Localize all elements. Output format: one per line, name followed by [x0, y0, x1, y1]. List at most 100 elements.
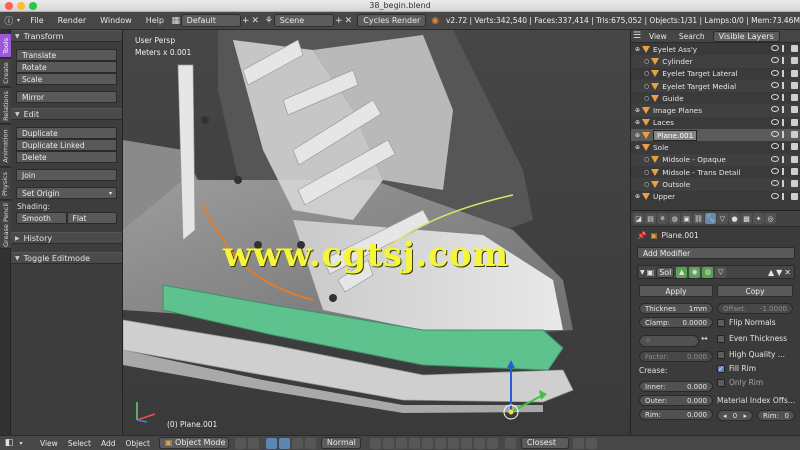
render-camera-icon[interactable]: [791, 118, 798, 126]
remove-scene-icon[interactable]: ✕: [344, 15, 354, 27]
even-thickness-checkbox[interactable]: Even Thickness: [717, 334, 787, 343]
rotate-button[interactable]: Rotate: [16, 61, 117, 73]
crease-inner-field[interactable]: Inner: 0.000: [639, 381, 713, 392]
modifier-name-field[interactable]: Sol: [656, 266, 675, 278]
translate-manipulator-icon[interactable]: [278, 437, 290, 449]
fill-rim-checkbox[interactable]: ✓ Fill Rim: [717, 364, 756, 373]
expand-icon[interactable]: ⊕: [635, 46, 640, 53]
layer-button[interactable]: [408, 437, 420, 449]
chevron-down-icon[interactable]: ▾: [14, 15, 24, 27]
visibility-eye-icon[interactable]: [771, 94, 779, 101]
invert-vertex-group-icon[interactable]: ↔: [701, 334, 708, 343]
render-camera-icon[interactable]: [791, 143, 798, 151]
shade-smooth-button[interactable]: Smooth: [16, 212, 67, 224]
layout-selector[interactable]: Default: [180, 14, 241, 27]
selectability-pointer-icon[interactable]: [782, 69, 788, 77]
menu-file[interactable]: File: [23, 16, 50, 25]
snap-target-selector[interactable]: Closest: [520, 437, 569, 449]
render-camera-icon[interactable]: [791, 45, 798, 52]
pin-icon[interactable]: 📌: [637, 231, 646, 240]
outliner-tab-view[interactable]: View: [643, 32, 673, 41]
visibility-eye-icon[interactable]: [771, 192, 779, 199]
render-camera-icon[interactable]: [791, 57, 798, 65]
menu-object[interactable]: Object: [120, 439, 154, 448]
outliner-editor-icon[interactable]: ☰: [631, 30, 643, 42]
layer-button[interactable]: [434, 437, 446, 449]
render-camera-icon[interactable]: [791, 192, 798, 200]
texture-tab-icon[interactable]: ▩: [741, 213, 752, 224]
scale-manipulator-icon[interactable]: [304, 437, 316, 449]
show-in-editmode-icon[interactable]: ▲: [676, 266, 688, 278]
move-up-icon[interactable]: ▲: [768, 268, 774, 277]
interaction-mode-selector[interactable]: ▣ Object Mode: [158, 437, 229, 449]
tab-physics[interactable]: Physics: [0, 168, 11, 200]
3d-viewport[interactable]: User Persp Meters x 0.001 (0) Plane.001 …: [123, 30, 630, 435]
tab-relations[interactable]: Relations: [0, 88, 11, 124]
thickness-field[interactable]: Thicknes 1mm: [639, 303, 713, 314]
show-in-viewport-icon[interactable]: ◉: [689, 266, 701, 278]
outliner-display-mode[interactable]: Visible Layers: [712, 30, 780, 42]
render-engine-selector[interactable]: Cycles Render: [357, 14, 427, 27]
constraints-tab-icon[interactable]: ⛓: [693, 213, 704, 224]
outliner-row[interactable]: ⊕ Laces: [631, 117, 800, 129]
shoe-model-render[interactable]: [123, 30, 630, 435]
translate-button[interactable]: Translate: [16, 49, 117, 61]
outliner-row[interactable]: ○ Eyelet Target Medial: [631, 79, 800, 93]
tab-create[interactable]: Create: [0, 59, 11, 87]
manipulator-toggle-icon[interactable]: [265, 437, 277, 449]
selectability-pointer-icon[interactable]: [782, 167, 788, 175]
outliner-row[interactable]: ○ Outsole: [631, 178, 800, 191]
selectability-pointer-icon[interactable]: [782, 155, 788, 163]
render-layers-tab-icon[interactable]: ▤: [645, 213, 656, 224]
material-offset-field[interactable]: ◂ 0 ▸: [717, 410, 753, 421]
panel-expanded-icon[interactable]: ▼: [640, 269, 645, 276]
copy-modifier-button[interactable]: Copy: [717, 285, 793, 297]
visibility-eye-icon[interactable]: [771, 131, 779, 138]
crease-rim-field[interactable]: Rim: 0.000: [639, 409, 713, 420]
selectability-pointer-icon[interactable]: [782, 57, 788, 65]
visibility-eye-icon[interactable]: [771, 167, 779, 174]
remove-modifier-icon[interactable]: ✕: [784, 268, 791, 277]
render-camera-icon[interactable]: [791, 155, 798, 163]
render-camera-icon[interactable]: [791, 94, 798, 102]
show-on-cage-icon[interactable]: ▽: [715, 266, 727, 278]
chevron-down-icon[interactable]: ▾: [15, 437, 27, 449]
menu-select[interactable]: Select: [63, 439, 96, 448]
outliner-row[interactable]: ⊕ Plane.001: [631, 129, 800, 142]
outliner-row[interactable]: ○ Midsole - Opaque: [631, 153, 800, 166]
move-down-icon[interactable]: ▼: [776, 268, 782, 277]
visibility-eye-icon[interactable]: [771, 45, 779, 51]
layer-button[interactable]: [395, 437, 407, 449]
visibility-eye-icon[interactable]: [771, 143, 779, 150]
outliner-row[interactable]: ○ Cylinder: [631, 55, 800, 68]
material-offset-rim-field[interactable]: Rim: 0: [757, 410, 795, 421]
factor-field[interactable]: Factor: 0.000: [639, 351, 713, 362]
flip-normals-checkbox[interactable]: Flip Normals: [717, 318, 776, 327]
duplicate-linked-button[interactable]: Duplicate Linked: [16, 139, 117, 151]
particles-tab-icon[interactable]: ✦: [753, 213, 764, 224]
rotate-manipulator-icon[interactable]: [291, 437, 303, 449]
menu-add[interactable]: Add: [96, 439, 121, 448]
modifiers-tab-icon[interactable]: 🔧: [705, 213, 716, 224]
scene-icon[interactable]: ⚘: [264, 15, 274, 27]
visibility-eye-icon[interactable]: [771, 69, 779, 76]
clamp-field[interactable]: Clamp: 0.0000: [639, 317, 713, 328]
history-panel-header[interactable]: ▶ History: [11, 232, 122, 244]
menu-help[interactable]: Help: [139, 16, 171, 25]
info-editor-icon[interactable]: ⓘ: [4, 15, 14, 27]
only-rim-checkbox[interactable]: Only Rim: [717, 378, 763, 387]
show-in-render-icon[interactable]: ◍: [702, 266, 714, 278]
outliner-row[interactable]: ⊕ Upper: [631, 191, 800, 203]
outliner-tab-search[interactable]: Search: [673, 32, 711, 41]
outliner-row[interactable]: ⊕ Image Planes: [631, 104, 800, 117]
data-tab-icon[interactable]: ▽: [717, 213, 728, 224]
outliner-row[interactable]: ○ Midsole - Trans Detail: [631, 166, 800, 178]
set-origin-button[interactable]: Set Origin ▾: [16, 187, 117, 199]
transform-panel-header[interactable]: ▼ Transform: [11, 30, 122, 42]
render-tab-icon[interactable]: ◪: [633, 213, 644, 224]
layer-button[interactable]: [473, 437, 485, 449]
layer-button[interactable]: [460, 437, 472, 449]
toggle-editmode-panel-header[interactable]: ▼ Toggle Editmode: [11, 252, 122, 264]
selectability-pointer-icon[interactable]: [782, 143, 788, 151]
add-scene-icon[interactable]: +: [334, 15, 344, 27]
